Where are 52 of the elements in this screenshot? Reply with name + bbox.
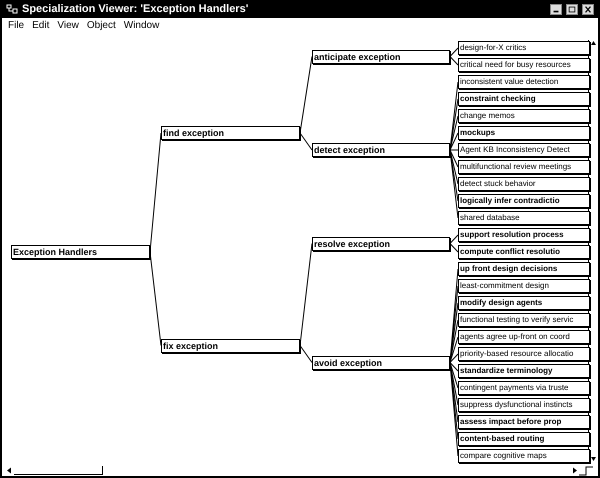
connector-line <box>450 243 458 252</box>
menu-item[interactable]: Object <box>86 20 116 31</box>
tree-node[interactable]: anticipate exception <box>312 50 450 64</box>
tree-node[interactable]: inconsistent value detection <box>458 75 590 89</box>
tree-node[interactable]: Agent KB Inconsistency Detect <box>458 143 590 157</box>
maximize-button[interactable] <box>566 4 578 14</box>
tree-node[interactable]: fix exception <box>161 338 300 352</box>
tree-node[interactable]: resolve exception <box>312 236 450 250</box>
tree-node[interactable]: shared database <box>458 211 590 225</box>
tree-node[interactable]: compare cognitive maps <box>458 449 590 463</box>
window-title: Specialization Viewer: 'Exception Handlers' <box>22 3 250 15</box>
scroll-right-icon[interactable] <box>572 466 578 474</box>
connector-line <box>450 56 458 66</box>
tree-node[interactable]: change memos <box>458 109 590 123</box>
tree-node[interactable]: find exception <box>161 126 300 140</box>
tree-node[interactable]: compute conflict resolutio <box>458 245 590 259</box>
tree-node[interactable]: logically infer contradictio <box>458 194 590 208</box>
menu-item[interactable]: File <box>8 20 24 31</box>
tree-node[interactable]: priority-based resource allocatio <box>458 347 590 361</box>
tree-node[interactable]: detect exception <box>312 143 450 157</box>
tree-node[interactable]: design-for-X critics <box>458 41 590 55</box>
menu-item[interactable]: View <box>57 20 79 31</box>
tree-node[interactable]: critical need for busy resources <box>458 58 590 72</box>
tree-node[interactable]: functional testing to verify servic <box>458 313 590 327</box>
app-icon <box>6 4 18 14</box>
scroll-down-icon[interactable] <box>590 456 597 462</box>
scroll-up-icon[interactable] <box>590 40 597 46</box>
tree-node[interactable]: support resolution process <box>458 228 590 242</box>
tree-node[interactable]: modify design agents <box>458 296 590 310</box>
tree-node[interactable]: content-based routing <box>458 432 590 446</box>
tree-node[interactable]: least-commitment design <box>458 279 590 293</box>
scroll-left-icon[interactable] <box>6 466 12 474</box>
tree-node[interactable]: Exception Handlers <box>11 245 150 259</box>
connector-line <box>450 48 458 57</box>
menu-item[interactable]: Window <box>124 20 160 31</box>
tree-node[interactable]: agents agree up-front on coord <box>458 330 590 344</box>
tree-node[interactable]: detect stuck behavior <box>458 177 590 191</box>
menu-item[interactable]: Edit <box>32 20 50 31</box>
connector-line <box>450 234 458 244</box>
tree-node[interactable]: contingent payments via truste <box>458 381 590 395</box>
close-button[interactable] <box>582 4 594 14</box>
tree-node[interactable]: up front design decisions <box>458 262 590 276</box>
tree-node[interactable]: multifunctional review meetings <box>458 160 590 174</box>
scrollbar-thumb[interactable] <box>14 466 103 474</box>
tree-node[interactable]: standardize terminology <box>458 364 590 378</box>
minimize-button[interactable] <box>550 4 562 14</box>
tree-node[interactable]: assess impact before prop <box>458 415 590 429</box>
tree-node[interactable]: constraint checking <box>458 92 590 106</box>
tree-node[interactable]: mockups <box>458 126 590 140</box>
tree-node[interactable]: avoid exception <box>312 356 450 370</box>
tree-node[interactable]: suppress dysfunctional instincts <box>458 398 590 412</box>
resize-grip-icon[interactable] <box>578 464 594 476</box>
